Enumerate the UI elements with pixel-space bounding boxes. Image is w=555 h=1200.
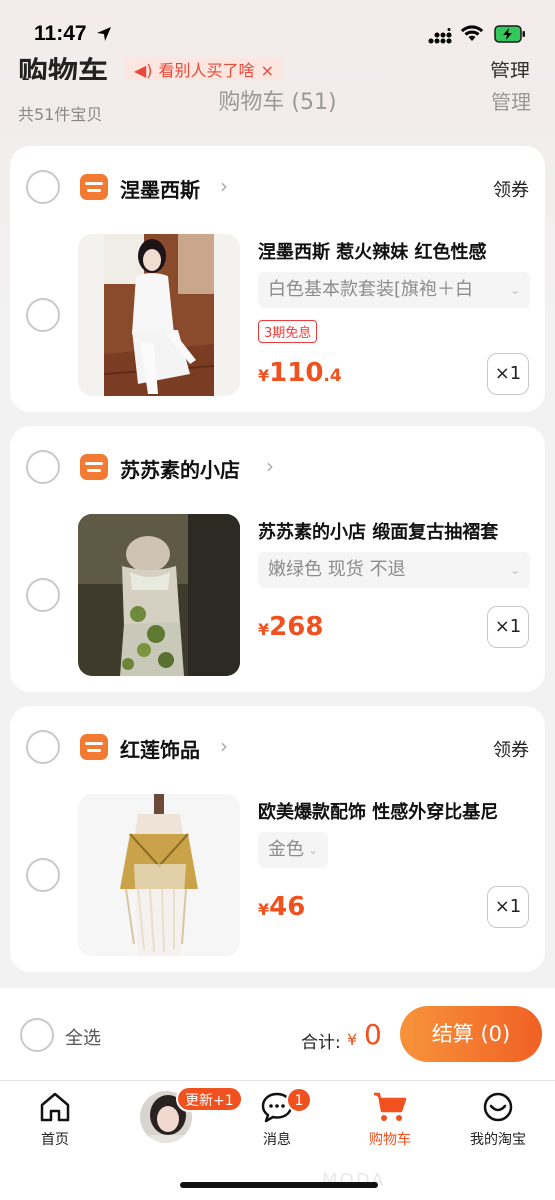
quantity-button[interactable]: ×1 [487, 606, 529, 648]
close-icon[interactable]: × [261, 58, 274, 80]
tab-label: 购物车 [369, 1132, 411, 1148]
product-title[interactable]: 涅墨西斯 惹火辣妹 红色性感 [258, 238, 538, 264]
checkout-bar: 全选 合计: ¥ 0 结算 (0) [0, 988, 555, 1080]
shop-select-checkbox[interactable] [26, 170, 60, 204]
battery-charging-icon [494, 25, 525, 43]
speaker-icon: ◀) [134, 61, 153, 80]
chevron-right-icon[interactable]: › [220, 734, 228, 758]
product-title[interactable]: 欧美爆款配饰 性感外穿比基尼 [258, 798, 538, 824]
recommendation-banner[interactable]: ◀) 看别人买了啥 × [126, 58, 282, 80]
price-decimal: .4 [323, 366, 342, 386]
price-integer: 110 [269, 358, 324, 388]
cart-icon [374, 1092, 407, 1121]
item-select-checkbox[interactable] [26, 298, 60, 332]
page-title: 购物车 (51) [218, 90, 337, 115]
chevron-down-icon: ⌄ [509, 283, 520, 297]
product-image[interactable] [78, 234, 240, 396]
update-badge: 更新+1 [176, 1086, 243, 1112]
tab-label: 消息 [263, 1132, 291, 1148]
manage-button[interactable]: 管理 [491, 86, 531, 115]
checkout-button[interactable]: 结算 (0) [400, 1006, 542, 1062]
shop-select-checkbox[interactable] [26, 730, 60, 764]
item-select-checkbox[interactable] [26, 858, 60, 892]
shop-card: 涅墨西斯 › 领券 涅墨西斯 惹火辣妹 红色性感 白色基本款套装[旗袍＋白 ⌄ … [10, 146, 545, 412]
price-currency: ¥ [258, 366, 270, 385]
price-currency: ¥ [258, 620, 270, 639]
chevron-right-icon[interactable]: › [266, 454, 274, 478]
chevron-down-icon: ⌄ [307, 843, 318, 857]
price-currency: ¥ [258, 900, 270, 919]
total-value: 0 [364, 1018, 382, 1051]
location-arrow-icon [97, 27, 111, 41]
tab-cart[interactable]: 购物车 [350, 1081, 430, 1161]
product-image[interactable] [78, 794, 240, 956]
messages-badge: 1 [286, 1087, 312, 1113]
coupon-button[interactable]: 领券 [493, 176, 529, 202]
home-indicator [180, 1182, 378, 1188]
shop-name[interactable]: 苏苏素的小店 [120, 454, 240, 483]
product-image[interactable] [78, 514, 240, 676]
status-bar: 11:47 [0, 0, 555, 60]
shop-name[interactable]: 涅墨西斯 [120, 174, 200, 203]
banner-text: 看别人买了啥 [158, 61, 255, 80]
sku-text: 金色 [268, 839, 304, 860]
shop-name[interactable]: 红莲饰品 [120, 734, 200, 763]
tab-label: 首页 [41, 1132, 69, 1148]
tab-label: 我的淘宝 [470, 1132, 526, 1148]
smiley-icon [483, 1092, 513, 1122]
sku-selector[interactable]: 白色基本款套装[旗袍＋白 ⌄ [258, 272, 530, 308]
quantity-button[interactable]: ×1 [487, 353, 529, 395]
shop-icon [80, 174, 108, 200]
shop-select-checkbox[interactable] [26, 450, 60, 484]
chevron-down-icon: ⌄ [509, 563, 520, 577]
total-label: 合计: [301, 1033, 341, 1053]
shop-card: 红莲饰品 › 领券 欧美爆款配饰 性感外穿比基尼 金色 ⌄ ¥46 ×1 [10, 706, 545, 972]
cellular-signal-icon [428, 28, 452, 44]
shop-icon [80, 454, 108, 480]
sku-selector[interactable]: 嫩绿色 现货 不退 ⌄ [258, 552, 530, 588]
total-currency: ¥ [347, 1030, 358, 1049]
shop-icon [80, 734, 108, 760]
chevron-right-icon[interactable]: › [220, 174, 228, 198]
product-price: ¥110.4 [258, 358, 342, 388]
select-all-checkbox[interactable] [20, 1018, 54, 1052]
coupon-button[interactable]: 领券 [493, 736, 529, 762]
sku-text: 嫩绿色 现货 不退 [268, 559, 406, 580]
product-title[interactable]: 苏苏素的小店 缎面复古抽褶套 [258, 518, 538, 544]
tab-my-taobao[interactable]: 我的淘宝 [458, 1081, 538, 1161]
quantity-button[interactable]: ×1 [487, 886, 529, 928]
status-time: 11:47 [34, 22, 87, 45]
product-price: ¥46 [258, 892, 305, 922]
sku-selector[interactable]: 金色 ⌄ [258, 832, 328, 868]
tab-home[interactable]: 首页 [20, 1081, 90, 1161]
price-integer: 268 [269, 612, 324, 642]
price-integer: 46 [269, 892, 306, 922]
home-icon [40, 1092, 70, 1122]
sku-text: 白色基本款套装[旗袍＋白 [268, 279, 474, 300]
shop-card: 苏苏素的小店 › 苏苏素的小店 缎面复古抽褶套 嫩绿色 现货 不退 ⌄ ¥268… [10, 426, 545, 692]
select-all-label[interactable]: 全选 [65, 1024, 101, 1050]
wifi-icon [460, 25, 484, 41]
product-price: ¥268 [258, 612, 323, 642]
item-select-checkbox[interactable] [26, 578, 60, 612]
installment-badge: 3期免息 [258, 320, 318, 343]
